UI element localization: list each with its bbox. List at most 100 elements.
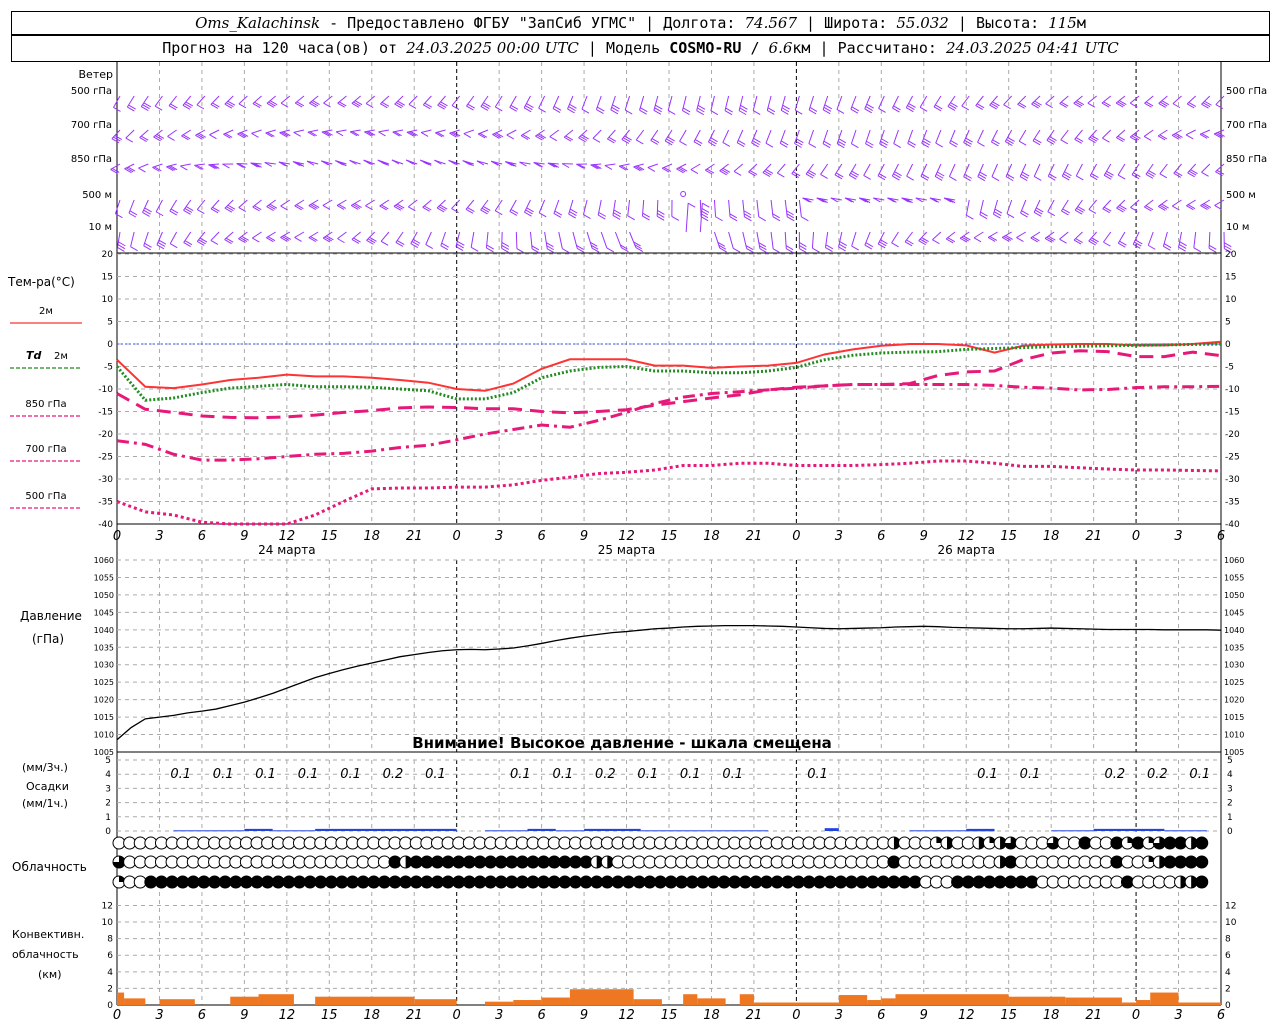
wind-barb-feather xyxy=(294,236,302,242)
wind-barb-feather xyxy=(335,131,344,137)
wind-barb-feather xyxy=(702,202,710,208)
wind-barb-shaft xyxy=(509,95,517,108)
wind-barb-shaft xyxy=(563,129,574,138)
hour-label-bottom: 21 xyxy=(406,1008,423,1023)
wind-barb-shaft xyxy=(719,163,729,172)
wind-barb-feather xyxy=(180,165,188,171)
wind-barb-shaft xyxy=(125,129,135,139)
press-tick-right: 1030 xyxy=(1224,661,1244,670)
wind-barb-shaft xyxy=(1030,231,1041,239)
wind-barb-feather xyxy=(1102,137,1110,143)
wind-barb-shaft xyxy=(1201,95,1211,105)
hour-label-bottom: 0 xyxy=(453,1008,461,1023)
temp-tick-left: -20 xyxy=(98,430,113,440)
hour-label-top: 12 xyxy=(618,529,635,544)
press-tick-left: 1015 xyxy=(94,713,114,722)
wind-barb-shaft xyxy=(1031,95,1041,105)
wind-level-label-right: 500 гПа xyxy=(1226,86,1267,97)
wind-barb-feather xyxy=(397,203,405,209)
hour-label-bottom: 18 xyxy=(363,1008,380,1023)
wind-barb-feather xyxy=(627,215,635,221)
precip-bar xyxy=(966,828,995,831)
wind-barb-feather xyxy=(1046,236,1054,242)
wind-barb-feather xyxy=(1186,205,1194,211)
wind-barb-shaft xyxy=(380,95,390,105)
wind-barb-feather xyxy=(309,102,317,108)
wind-barb-shaft xyxy=(811,231,815,249)
precip-3h-value: 0.1 xyxy=(510,767,531,782)
temp-tick-left: -5 xyxy=(104,363,113,373)
wind-barb-shaft xyxy=(451,95,461,106)
wind-barb-feather xyxy=(721,169,729,175)
wind-barb-feather xyxy=(538,133,546,139)
wind-barb-feather xyxy=(463,133,472,138)
wind-barb-feather xyxy=(1185,134,1194,140)
wind-barb-feather xyxy=(863,175,871,180)
wind-barb-shaft xyxy=(604,163,616,166)
wind-barb-feather xyxy=(222,163,230,169)
press-tick-left: 1055 xyxy=(94,573,114,582)
wind-barb-shaft xyxy=(293,129,305,133)
wind-barb-feather xyxy=(949,176,957,182)
precip-bar xyxy=(1164,830,1207,832)
wind-barb-shaft xyxy=(114,199,121,214)
precip-3h-value: 0.1 xyxy=(680,767,701,782)
wind-barb-feather xyxy=(687,202,696,208)
wind-barb-feather xyxy=(197,209,205,215)
press-tick-left: 1035 xyxy=(94,643,114,652)
wind-barb-feather xyxy=(254,205,262,211)
temp-tick-right: 0 xyxy=(1225,340,1231,350)
hour-label-top: 3 xyxy=(495,529,503,544)
wind-barb-feather xyxy=(808,143,817,149)
wind-barb-shaft xyxy=(1215,163,1225,173)
conv-tick-right: 6 xyxy=(1225,951,1231,961)
wind-barb-feather xyxy=(130,246,138,252)
wind-barb-shaft xyxy=(1193,231,1197,248)
pressure-warning: Внимание! Высокое давление - шкала смеще… xyxy=(412,734,832,752)
precip-3h-value: 0.1 xyxy=(255,767,276,782)
wind-barb-shaft xyxy=(335,129,347,133)
hour-label-top: 18 xyxy=(703,529,720,544)
wind-barb-feather xyxy=(378,131,386,137)
wind-barb-shaft xyxy=(1172,199,1182,207)
hour-label-bottom: 0 xyxy=(1132,1008,1140,1023)
wind-barb-feather xyxy=(647,167,656,172)
wind-barb-feather xyxy=(705,169,713,175)
wind-barb-shaft xyxy=(893,129,899,144)
wind-barb-feather xyxy=(961,105,970,111)
wind-barb-shaft xyxy=(1088,199,1098,210)
hour-label-bottom: 18 xyxy=(703,1008,720,1023)
precip-bar xyxy=(527,828,556,831)
wind-barb-shaft xyxy=(1018,129,1027,142)
wind-level-label-right: 500 м xyxy=(1226,190,1256,201)
wind-barb-shaft xyxy=(435,129,446,134)
hour-label-bottom: 6 xyxy=(198,1008,206,1023)
wind-barb-shaft xyxy=(1059,95,1069,104)
legend-td: Td xyxy=(26,349,42,362)
wind-barb-feather xyxy=(1187,204,1196,210)
precip-bar xyxy=(555,830,585,832)
precip-tick-right: 5 xyxy=(1227,756,1233,766)
wind-barb-feather xyxy=(581,108,590,114)
wind-barb-feather xyxy=(961,236,969,242)
wind-barb-shaft xyxy=(1073,231,1083,241)
press-tick-right: 1015 xyxy=(1224,713,1244,722)
wind-barb-feather xyxy=(722,141,731,147)
wind-barb-feather xyxy=(138,167,146,173)
temp-tick-left: -40 xyxy=(98,520,113,530)
precip-tick-left: 2 xyxy=(105,799,111,809)
precip-bar xyxy=(173,830,245,832)
conv-title-3: (км) xyxy=(38,968,62,981)
wind-barb-shaft xyxy=(323,95,333,104)
wind-barb-shaft xyxy=(650,129,659,141)
conv-tick-left: 10 xyxy=(102,918,114,928)
precip-bar xyxy=(824,828,839,831)
wind-barb-feather xyxy=(425,244,434,250)
wind-barb-feather xyxy=(1032,236,1040,242)
wind-barb-shaft xyxy=(977,129,984,143)
wind-barb-feather xyxy=(812,247,820,253)
conv-bar xyxy=(1008,996,1066,1005)
wind-barb-shaft xyxy=(1173,163,1182,174)
wind-barb-feather xyxy=(1033,176,1042,181)
wind-barb-shaft xyxy=(238,199,248,208)
